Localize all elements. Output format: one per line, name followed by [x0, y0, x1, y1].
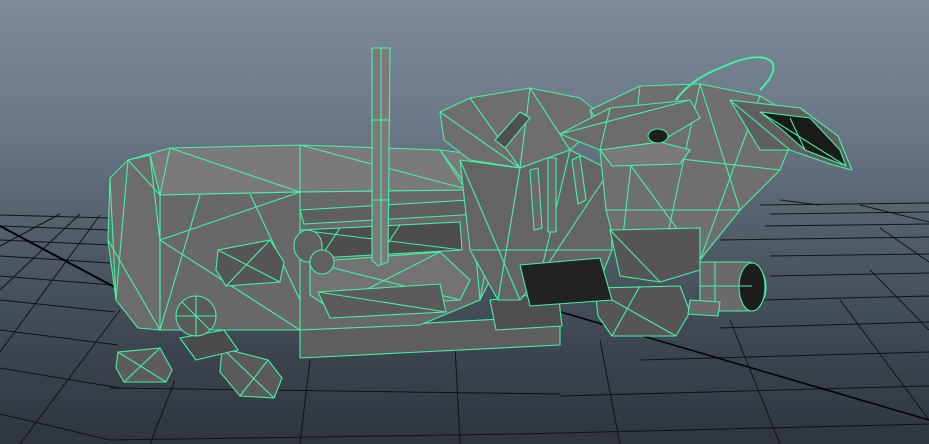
grid-line [454, 344, 461, 444]
grid-line [109, 433, 521, 441]
grid-line [719, 236, 929, 241]
grid-line [19, 309, 121, 444]
grid-line [149, 379, 176, 444]
grid-line [769, 272, 929, 277]
grid-line [769, 211, 929, 215]
grid-line [559, 385, 929, 397]
grid-line [719, 321, 929, 329]
grid-line [0, 214, 101, 353]
grid-line [759, 295, 929, 301]
engine-pulley-lower[interactable] [309, 249, 335, 275]
grid-line [859, 204, 929, 223]
grid-line [0, 255, 111, 264]
grid-line [0, 367, 121, 389]
grid-line [0, 299, 116, 313]
grid-line [869, 269, 929, 331]
grid-line [769, 253, 929, 257]
grid-line [0, 329, 119, 346]
grid-line [519, 423, 929, 435]
hood-top[interactable] [127, 144, 516, 196]
grid-line [0, 213, 81, 291]
grid-line [729, 319, 781, 444]
3d-viewport[interactable] [0, 0, 929, 444]
grid-line [759, 202, 929, 206]
grid-line [879, 227, 929, 263]
floor-plate[interactable] [519, 257, 613, 307]
front-supports[interactable] [115, 329, 283, 399]
grid-line [839, 299, 929, 421]
control-lever[interactable] [547, 157, 557, 233]
seat-knob[interactable] [647, 128, 669, 144]
grid-line [599, 339, 621, 444]
grid-line [0, 225, 111, 231]
grid-line [0, 239, 111, 246]
fender-underside[interactable] [609, 227, 701, 283]
grid-line [764, 223, 929, 227]
grid-line [639, 351, 929, 361]
front-foot-left[interactable] [115, 347, 173, 383]
hood-front-panel[interactable] [107, 154, 161, 331]
grid-line [109, 387, 561, 395]
rear-tab[interactable] [687, 299, 721, 317]
exhaust-stack[interactable] [371, 47, 391, 267]
grid-line [299, 359, 311, 444]
grid-axis-line [519, 299, 929, 421]
grid-line [0, 413, 111, 441]
viewport-scene[interactable] [0, 0, 929, 444]
hitch-cylinder-end[interactable] [738, 262, 766, 312]
